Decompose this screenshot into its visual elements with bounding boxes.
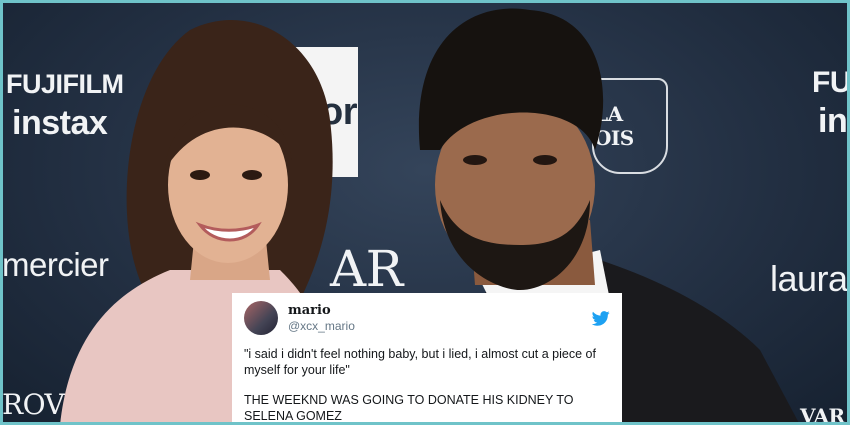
user-handle[interactable]: @xcx_mario <box>288 318 592 334</box>
tweet-quote: "i said i didn't feel nothing baby, but … <box>244 347 596 377</box>
tweet-author: mario @xcx_mario <box>288 303 592 334</box>
woman-eye-right <box>242 170 262 180</box>
twitter-bird-icon[interactable] <box>592 310 610 326</box>
avatar[interactable] <box>244 301 278 335</box>
man-eye-left <box>463 155 487 165</box>
tweet-body: "i said i didn't feel nothing baby, but … <box>244 346 610 424</box>
tweet-card[interactable]: mario @xcx_mario "i said i didn't feel n… <box>232 293 622 425</box>
woman-eye-left <box>190 170 210 180</box>
man-eye-right <box>533 155 557 165</box>
tweet-header: mario @xcx_mario <box>244 301 610 335</box>
tweet-caption: THE WEEKND WAS GOING TO DONATE HIS KIDNE… <box>244 393 574 423</box>
photo-frame: FUJIFILM instax Dior mercier AR LA OIS F… <box>0 0 850 425</box>
display-name[interactable]: mario <box>288 303 592 318</box>
